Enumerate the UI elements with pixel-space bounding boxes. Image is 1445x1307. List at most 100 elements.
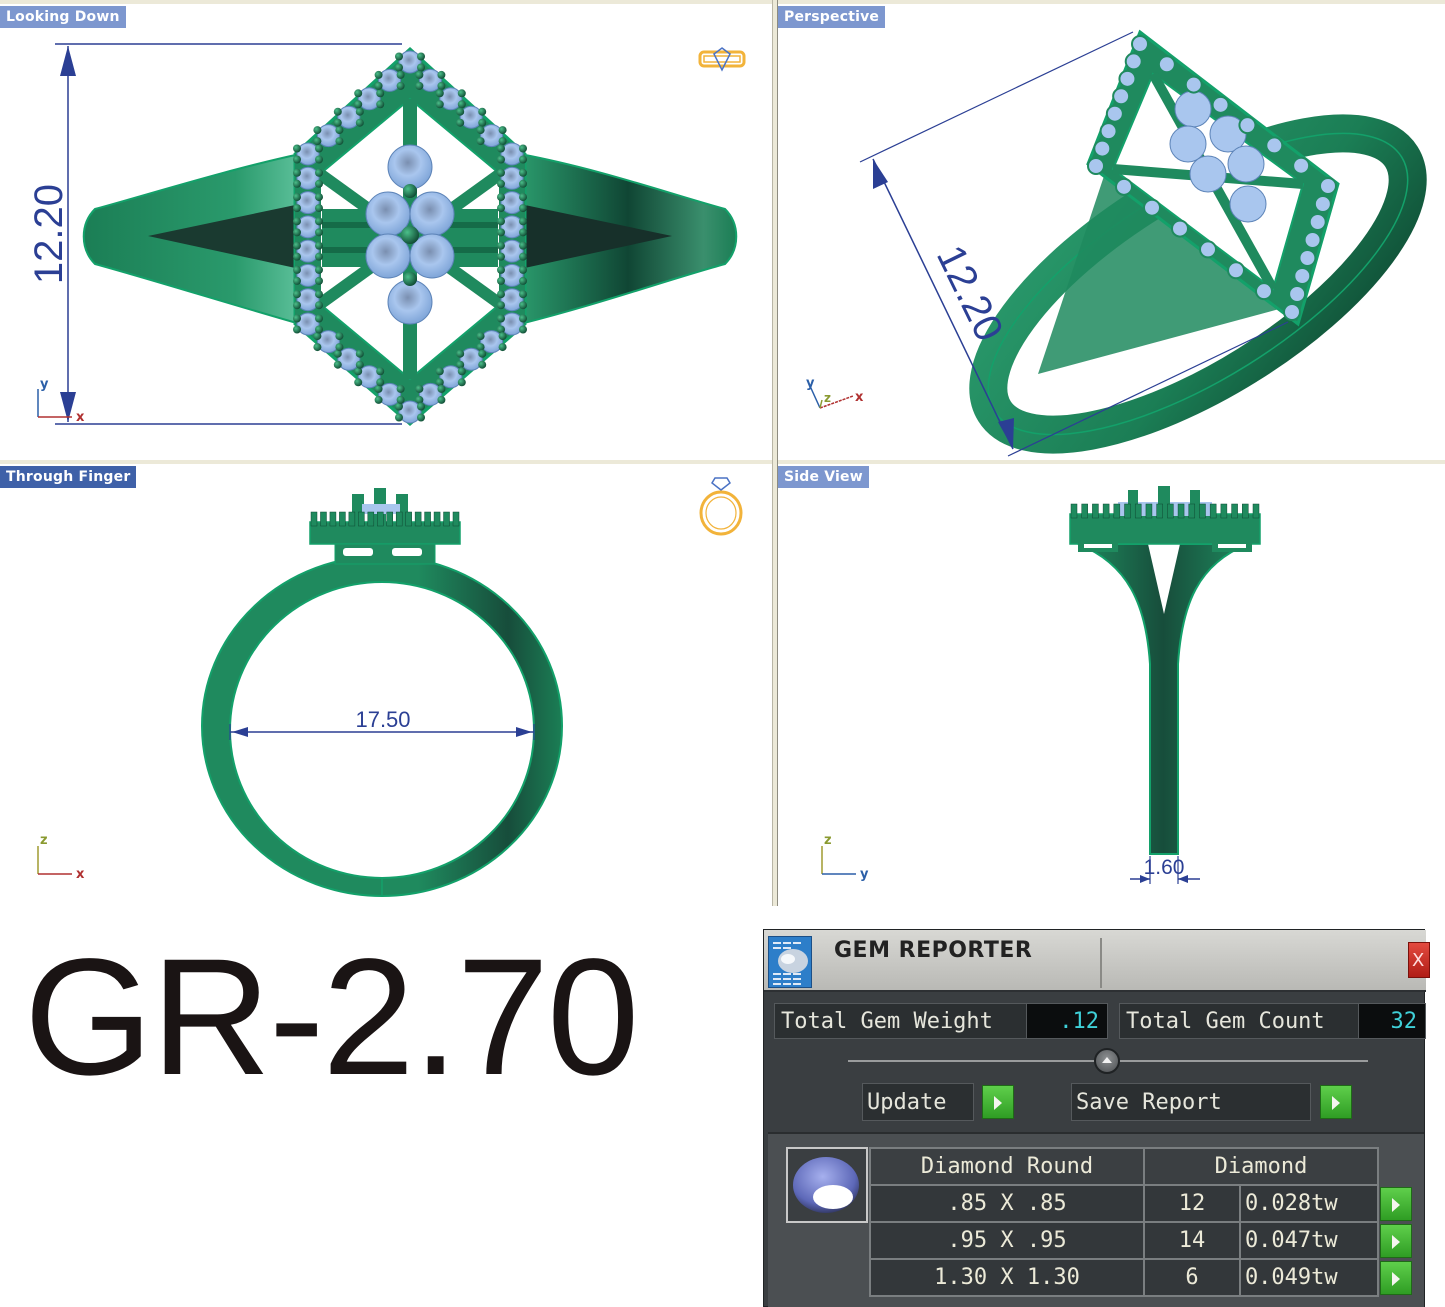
prong [396,384,405,393]
viewport-title[interactable]: Side View [778,466,869,488]
side-view-canvas[interactable]: 1.60 z y [778,464,1445,906]
update-go-arrow-icon[interactable] [982,1085,1014,1119]
prong [315,144,323,153]
prong [1231,503,1238,519]
prong [497,314,505,323]
prong [358,511,365,527]
total-gem-weight-label: Total Gem Weight [775,1004,1027,1038]
dimension-label: 17.50 [355,707,410,732]
viewport-title[interactable]: Looking Down [0,6,126,28]
axis-indicator: z y [821,833,869,882]
prong [457,100,466,109]
prong [293,179,301,188]
prong [437,70,446,79]
prong [293,325,301,334]
prong [519,168,527,177]
save-report-go-arrow-icon[interactable] [1320,1085,1352,1119]
collapse-toggle-button[interactable] [1094,1048,1120,1074]
prong [478,107,487,116]
prong [293,217,301,226]
prong [1242,503,1249,519]
prong [315,252,323,261]
prong [355,349,364,358]
save-report-button[interactable]: Save Report [1071,1083,1311,1121]
save-report-button-label: Save Report [1076,1089,1222,1115]
prong [1209,503,1217,519]
prong [437,395,446,404]
row-go-arrow-icon[interactable] [1380,1260,1412,1295]
update-button-label: Update [867,1089,947,1115]
viewport-title[interactable]: Perspective [778,6,886,28]
prong [315,325,323,334]
prong [498,126,507,135]
viewport-through-finger[interactable]: 17.50 z x Through Finger [0,464,772,906]
diamond-round-thumbnail-icon[interactable] [786,1147,868,1223]
ring-front-view-icon[interactable] [699,477,743,536]
ring-head-side-view [1069,486,1261,552]
viewport-perspective[interactable]: 12.20 y z x Perspective [778,4,1445,460]
through-finger-canvas[interactable]: 17.50 z x [0,464,772,906]
prong [293,193,301,202]
row-go-arrow-icon[interactable] [1380,1223,1412,1258]
row-go-arrow-icon[interactable] [1380,1186,1412,1221]
gem-count: 12 [1143,1184,1241,1223]
axis-indicator: z x [37,833,85,882]
prong [452,511,460,527]
prong [497,301,505,310]
gem-weight: 0.047tw [1238,1221,1380,1260]
halo-gem [1118,69,1137,88]
close-button[interactable]: X [1408,942,1430,978]
prong [435,89,444,98]
prong [354,89,363,98]
prong [374,395,383,404]
prong [1070,503,1078,519]
prong [315,217,323,226]
gem-size: .85 X .85 [869,1184,1145,1223]
axis-indicator: y z x [806,376,864,409]
ring-top-view-icon[interactable] [698,47,746,72]
prong [437,81,446,90]
halo-gem [1157,55,1176,74]
viewport-title[interactable]: Through Finger [0,466,137,488]
viewport-looking-down[interactable]: 12.20 y x Looking Down [0,4,772,460]
prong [1092,503,1099,519]
halo-gem [1265,136,1284,155]
prong [433,511,441,527]
gem-count: 14 [1143,1221,1241,1260]
prong [293,168,301,177]
halo-gem [1283,303,1301,321]
prong [293,241,301,250]
prong [374,81,383,90]
header-material: Diamond [1143,1147,1379,1186]
prong [376,100,385,109]
prong [519,325,527,334]
halo-gem [1303,231,1322,249]
prong [1177,503,1185,519]
prong [313,137,322,146]
prong [414,511,422,527]
prong [376,89,385,98]
halo-gem [1255,282,1273,301]
header-shape: Diamond Round [869,1147,1145,1186]
gem-reporter-header: GEM REPORTER X [764,930,1430,992]
halo-gem [1293,267,1312,285]
prong [456,118,465,127]
prong [333,118,342,127]
dimension-label: 12.20 [27,184,71,284]
halo-gem [1124,52,1143,71]
prong [315,276,323,285]
halo-gem [1313,195,1332,213]
prong [519,276,527,285]
perspective-canvas[interactable]: 12.20 y z x [778,4,1445,460]
looking-down-canvas[interactable]: 12.20 y x [0,4,772,460]
prong [457,378,466,387]
prong [497,193,505,202]
model-name: GR-2.70 [24,925,639,1110]
gem-reporter-panel: GEM REPORTER X Total Gem Weight .12 Tota… [763,929,1430,1307]
viewport-side-view[interactable]: 1.60 z y Side View [778,464,1445,906]
update-button[interactable]: Update [862,1083,974,1121]
prong [519,217,527,226]
prong [315,168,323,177]
prong [417,402,425,411]
prong [424,511,431,527]
